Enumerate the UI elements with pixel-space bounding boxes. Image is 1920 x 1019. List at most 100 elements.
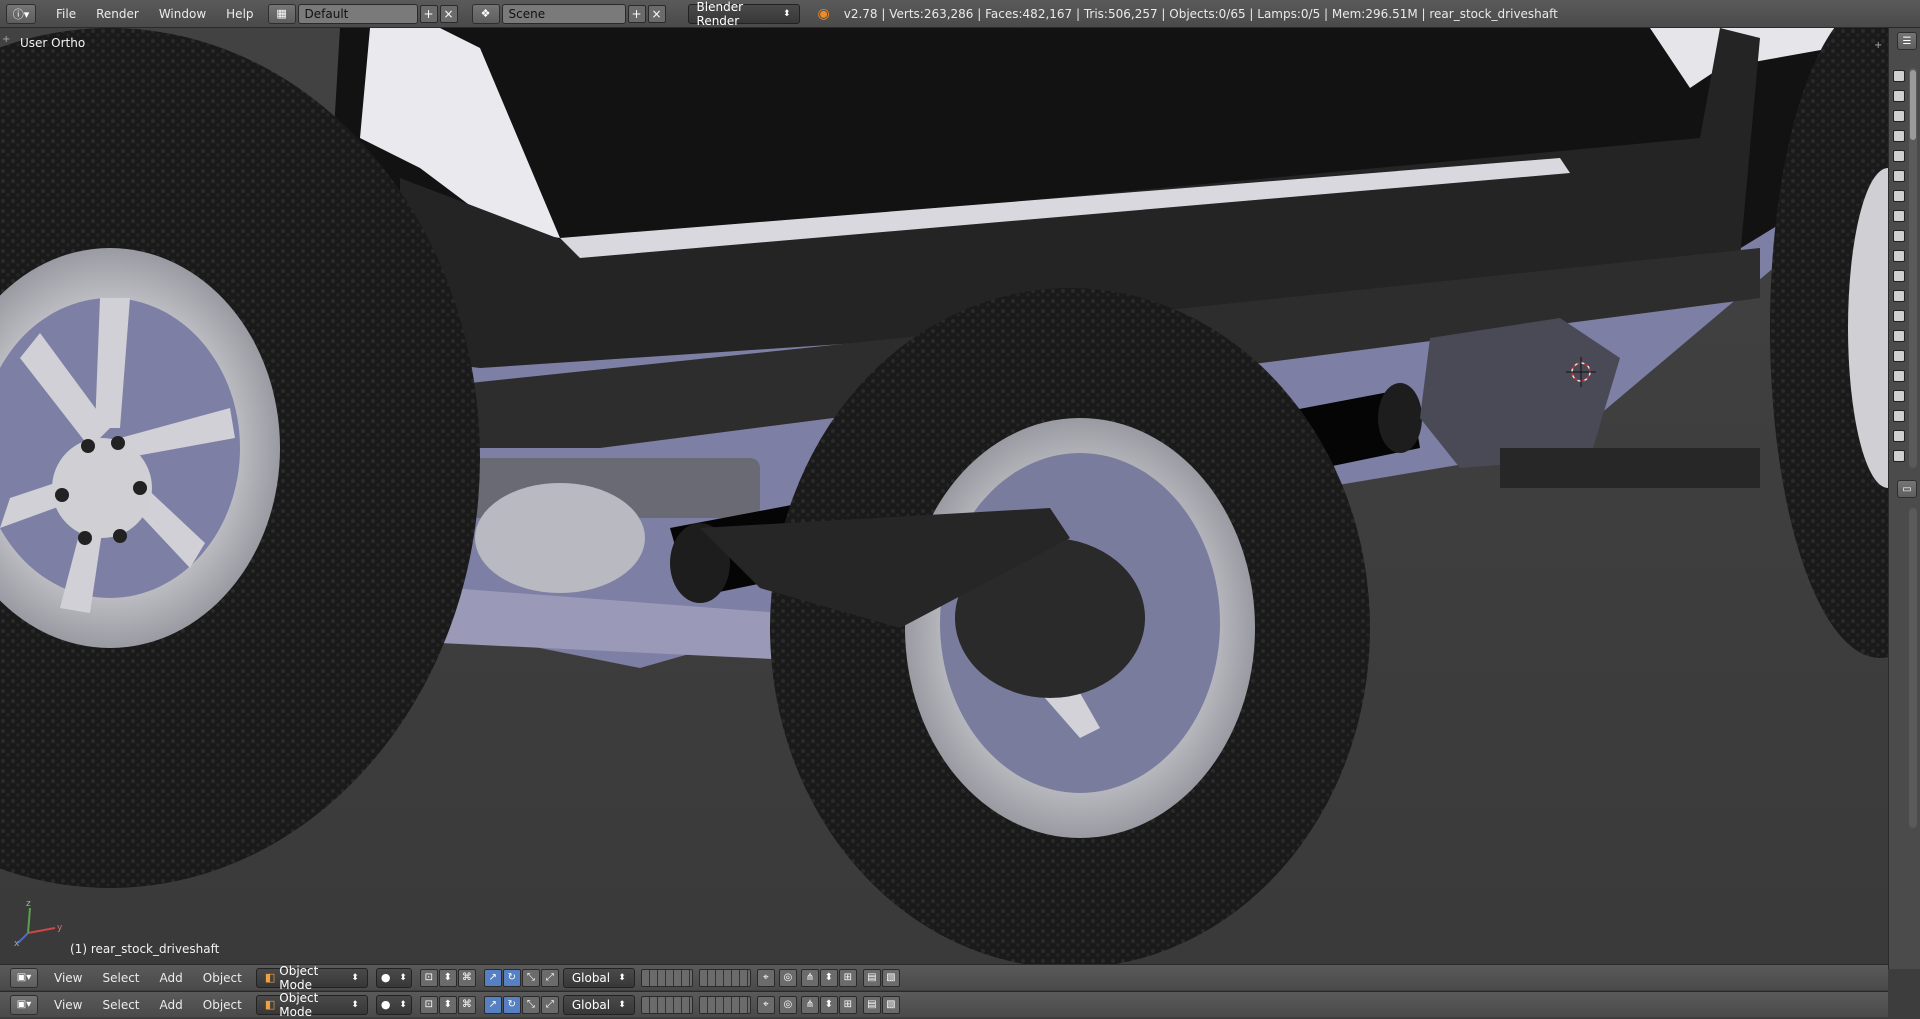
menu-view[interactable]: View (44, 971, 92, 985)
outliner-scroll-thumb[interactable] (1910, 70, 1916, 140)
layers-grid-icon[interactable] (640, 995, 693, 1014)
layers-grid-icon[interactable] (698, 968, 751, 987)
visibility-eye-icon[interactable] (1893, 410, 1905, 422)
visibility-eye-icon[interactable] (1893, 170, 1905, 182)
remove-scene-icon[interactable]: × (647, 4, 666, 23)
pivot-icon[interactable]: ⊡ (419, 968, 438, 987)
visibility-eye-icon[interactable] (1893, 390, 1905, 402)
visibility-eye-icon[interactable] (1893, 370, 1905, 382)
translate-manipulator-icon[interactable]: ↗ (483, 968, 502, 987)
manipulator-toggle-icon[interactable]: ⌘ (457, 995, 476, 1014)
orientation-dropdown-2[interactable]: Global ⬍ (562, 994, 635, 1015)
svg-text:y: y (57, 923, 63, 933)
opengl-render-icon[interactable]: ▧ (881, 995, 900, 1014)
visibility-eye-icon[interactable] (1893, 250, 1905, 262)
pivot-icon[interactable]: ⊡ (419, 995, 438, 1014)
editor-type-button-right[interactable]: ☰ (1897, 32, 1917, 50)
visibility-eye-icon[interactable] (1893, 70, 1905, 82)
corner-plus-icon[interactable]: + (2, 34, 10, 45)
menu-file[interactable]: File (46, 7, 86, 21)
3d-viewport[interactable]: x z y User Ortho (1) rear_stock_drivesha… (0, 28, 1888, 969)
right-panel-strip: ☰ ▭ (1888, 28, 1920, 969)
visibility-eye-icon[interactable] (1893, 290, 1905, 302)
editor-type-button-viewport-2[interactable]: ▣▾ (10, 994, 38, 1015)
layer-lock-icon[interactable]: ⌖ (756, 995, 775, 1014)
layers-grid-icon[interactable] (698, 995, 751, 1014)
menu-object-2[interactable]: Object (193, 998, 252, 1012)
visibility-eye-icon[interactable] (1893, 430, 1905, 442)
shading-dropdown[interactable]: ● ⬍ (375, 967, 412, 988)
info-icon: ⓘ▾ (12, 7, 30, 21)
visibility-eye-icon[interactable] (1893, 110, 1905, 122)
menu-object[interactable]: Object (193, 971, 252, 985)
layout-browse-button[interactable]: ▦ (267, 3, 296, 24)
shading-dropdown-2[interactable]: ● ⬍ (375, 994, 412, 1015)
mode-dropdown-2[interactable]: ◧ Object Mode ⬍ (255, 991, 368, 1019)
view3d-icon: ▣▾ (16, 972, 32, 983)
blender-logo-icon: ◉ (817, 5, 830, 22)
pivot-dropdown-icon[interactable]: ⬍ (438, 968, 457, 987)
render-preview-icon[interactable]: ▤ (862, 995, 881, 1014)
editor-type-button[interactable]: ⓘ▾ (6, 3, 36, 24)
updown-arrows-icon: ⬍ (399, 972, 407, 983)
scene-name-field[interactable]: Scene (501, 3, 626, 24)
updown-arrows-icon: ⬍ (399, 999, 407, 1010)
visibility-eye-icon[interactable] (1893, 350, 1905, 362)
scale-manipulator-icon[interactable]: ⤡ (521, 968, 540, 987)
editor-type-button-properties[interactable]: ▭ (1897, 480, 1917, 498)
menu-view-2[interactable]: View (44, 998, 92, 1012)
visibility-eye-icon[interactable] (1893, 310, 1905, 322)
updown-arrows-icon: ⬍ (351, 972, 359, 983)
orientation-dropdown[interactable]: Global ⬍ (562, 967, 635, 988)
visibility-eye-icon[interactable] (1893, 150, 1905, 162)
opengl-render-icon[interactable]: ▧ (881, 968, 900, 987)
svg-text:z: z (26, 899, 31, 909)
scale-manipulator-icon[interactable]: ⤡ (521, 995, 540, 1014)
manipulator-more-icon[interactable]: ⤢ (540, 995, 559, 1014)
visibility-eye-icon[interactable] (1893, 330, 1905, 342)
snap-target-icon[interactable]: ⬍ (819, 995, 838, 1014)
menu-add[interactable]: Add (150, 971, 193, 985)
translate-manipulator-icon[interactable]: ↗ (483, 995, 502, 1014)
menu-select-2[interactable]: Select (92, 998, 149, 1012)
proportional-edit-icon[interactable]: ◎ (778, 968, 797, 987)
visibility-eye-icon[interactable] (1893, 450, 1905, 462)
visibility-eye-icon[interactable] (1893, 90, 1905, 102)
layer-lock-icon[interactable]: ⌖ (756, 968, 775, 987)
render-engine-dropdown[interactable]: Blender Render ⬍ (687, 0, 800, 28)
mode-dropdown[interactable]: ◧ Object Mode ⬍ (255, 964, 368, 992)
snap-target-icon[interactable]: ⬍ (819, 968, 838, 987)
visibility-eye-icon[interactable] (1893, 230, 1905, 242)
pivot-dropdown-icon[interactable]: ⬍ (438, 995, 457, 1014)
menu-window[interactable]: Window (149, 7, 216, 21)
layers-grid-icon[interactable] (640, 968, 693, 987)
visibility-eye-icon[interactable] (1893, 270, 1905, 282)
rotate-manipulator-icon[interactable]: ↻ (502, 995, 521, 1014)
menu-render[interactable]: Render (86, 7, 149, 21)
add-scene-icon[interactable]: + (627, 4, 646, 23)
visibility-eye-icon[interactable] (1893, 130, 1905, 142)
updown-arrows-icon: ⬍ (782, 8, 791, 19)
menu-help[interactable]: Help (216, 7, 263, 21)
add-layout-icon[interactable]: + (419, 4, 438, 23)
menu-add-2[interactable]: Add (150, 998, 193, 1012)
menu-select[interactable]: Select (92, 971, 149, 985)
manipulator-more-icon[interactable]: ⤢ (540, 968, 559, 987)
layout-name-field[interactable]: Default (297, 3, 418, 24)
snap-element-icon[interactable]: ⊞ (838, 968, 857, 987)
viewport-render[interactable]: x z y (0, 28, 1888, 969)
scene-browse-button[interactable]: ❖ (471, 3, 500, 24)
snap-toggle-icon[interactable]: ⋔ (800, 995, 819, 1014)
proportional-edit-icon[interactable]: ◎ (778, 995, 797, 1014)
snap-toggle-icon[interactable]: ⋔ (800, 968, 819, 987)
visibility-eye-icon[interactable] (1893, 210, 1905, 222)
render-preview-icon[interactable]: ▤ (862, 968, 881, 987)
properties-scrollbar[interactable] (1909, 508, 1917, 828)
editor-type-button-viewport[interactable]: ▣▾ (10, 967, 38, 988)
rotate-manipulator-icon[interactable]: ↻ (502, 968, 521, 987)
manipulator-toggle-icon[interactable]: ⌘ (457, 968, 476, 987)
remove-layout-icon[interactable]: × (439, 4, 458, 23)
snap-element-icon[interactable]: ⊞ (838, 995, 857, 1014)
corner-plus-icon-right[interactable]: + (1874, 40, 1882, 51)
visibility-eye-icon[interactable] (1893, 190, 1905, 202)
